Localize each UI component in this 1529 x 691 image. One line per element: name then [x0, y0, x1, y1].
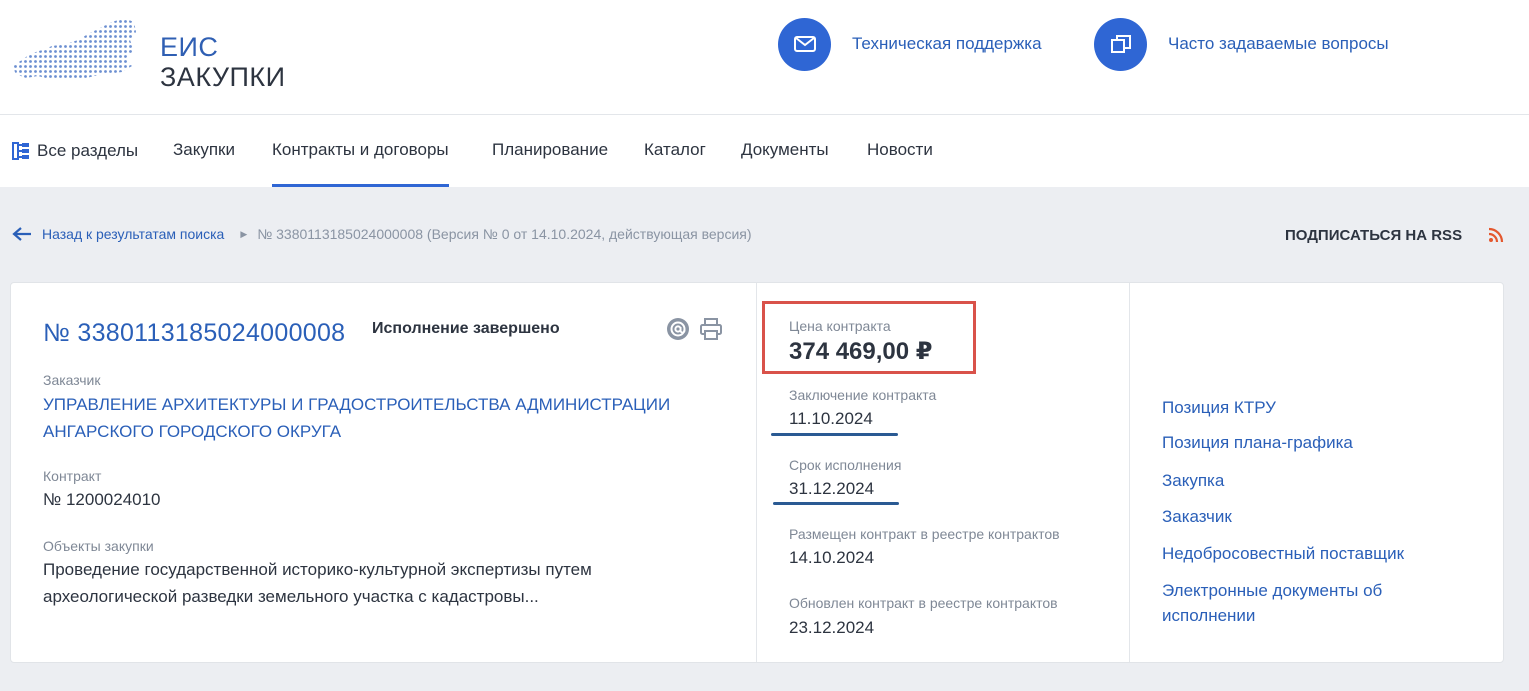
price-value: 374 469,00 ₽: [789, 338, 933, 365]
arrow-left-icon[interactable]: [12, 226, 32, 242]
link-customer[interactable]: Заказчик: [1162, 504, 1232, 529]
back-to-results-link[interactable]: Назад к результатам поиска: [42, 226, 224, 242]
contract-number-link[interactable]: № 3380113185024000008: [43, 319, 345, 348]
support-label[interactable]: Техническая поддержка: [852, 34, 1042, 54]
contract-value: № 1200024010: [43, 490, 161, 509]
nav-item-contracts[interactable]: Контракты и договоры: [272, 115, 449, 187]
column-divider: [756, 283, 757, 662]
logo[interactable]: ЕИС ЗАКУПКИ: [8, 14, 298, 92]
link-electronic-documents-line2[interactable]: исполнении: [1162, 603, 1255, 628]
main-nav: Все разделы Закупки Контракты и договоры…: [0, 115, 1529, 187]
support-circle[interactable]: [778, 17, 831, 71]
nav-item-catalog[interactable]: Каталог: [644, 115, 706, 187]
placed-value: 14.10.2024: [789, 548, 875, 567]
contract-card: № 3380113185024000008 Исполнение заверше…: [10, 282, 1504, 663]
russia-map-logo-icon: [12, 18, 136, 80]
printer-icon[interactable]: [699, 317, 723, 341]
breadcrumb: Назад к результатам поиска ▶ № 338011318…: [12, 220, 752, 248]
customer-line1: УПРАВЛЕНИЕ АРХИТЕКТУРЫ И ГРАДОСТРОИТЕЛЬС…: [43, 395, 671, 414]
term-underline: [773, 502, 899, 505]
customer-label: Заказчик: [43, 372, 101, 388]
term-value: 31.12.2024: [789, 479, 875, 498]
conclusion-underline: [771, 433, 898, 436]
term-label: Срок исполнения: [789, 457, 902, 473]
breadcrumb-current: № 3380113185024000008 (Версия № 0 от 14.…: [257, 226, 752, 242]
objects-label: Объекты закупки: [43, 538, 154, 554]
link-purchase[interactable]: Закупка: [1162, 468, 1224, 493]
conclusion-label: Заключение контракта: [789, 387, 937, 403]
support-link[interactable]: Техническая поддержка: [778, 17, 1042, 71]
objects-line1: Проведение государственной историко-куль…: [43, 560, 592, 579]
nav-item-purchases[interactable]: Закупки: [173, 115, 235, 187]
site-header: ЕИС ЗАКУПКИ Техническая поддержка Часто …: [0, 0, 1529, 115]
contract-label: Контракт: [43, 468, 102, 484]
nav-item-documents[interactable]: Документы: [741, 115, 829, 187]
logo-line2: ЗАКУПКИ: [160, 62, 286, 92]
caret-right-icon: ▶: [240, 228, 248, 239]
rss-label: ПОДПИСАТЬСЯ НА RSS: [1285, 226, 1463, 244]
column-divider: [1129, 283, 1130, 662]
mail-icon: [793, 36, 816, 52]
nav-item-news[interactable]: Новости: [867, 115, 933, 187]
nav-item-planning[interactable]: Планирование: [492, 115, 608, 187]
link-unfair-supplier[interactable]: Недобросовестный поставщик: [1162, 541, 1404, 566]
customer-line2: АНГАРСКОГО ГОРОДСКОГО ОКРУГА: [43, 422, 342, 441]
nav-item-all-sections[interactable]: Все разделы: [12, 115, 138, 187]
logo-text: ЕИС ЗАКУПКИ: [160, 32, 286, 92]
logo-line1: ЕИС: [160, 32, 219, 62]
faq-circle[interactable]: [1094, 17, 1147, 71]
rss-icon: [1488, 227, 1504, 243]
updated-label: Обновлен контракт в реестре контрактов: [789, 595, 1058, 611]
link-electronic-documents-line1[interactable]: Электронные документы об: [1162, 578, 1382, 603]
conclusion-value: 11.10.2024: [789, 409, 873, 428]
customer-link[interactable]: УПРАВЛЕНИЕ АРХИТЕКТУРЫ И ГРАДОСТРОИТЕЛЬС…: [43, 391, 670, 445]
faq-label[interactable]: Часто задаваемые вопросы: [1168, 34, 1389, 54]
placed-label: Размещен контракт в реестре контрактов: [789, 526, 1060, 542]
link-ktru-position[interactable]: Позиция КТРУ: [1162, 395, 1276, 420]
price-label: Цена контракта: [789, 318, 891, 334]
objects-line2: археологической разведки земельного учас…: [43, 587, 539, 606]
sitemap-icon: [12, 142, 29, 160]
status-badge: Исполнение завершено: [372, 320, 560, 337]
faq-link[interactable]: Часто задаваемые вопросы: [1094, 17, 1389, 71]
nav-item-label: Все разделы: [37, 141, 139, 160]
updated-value: 23.12.2024: [789, 618, 875, 637]
link-plan-schedule-position[interactable]: Позиция плана-графика: [1162, 430, 1353, 455]
email-at-icon[interactable]: [666, 317, 690, 341]
rss-subscribe-link[interactable]: ПОДПИСАТЬСЯ НА RSS: [1285, 222, 1504, 248]
copy-windows-icon: [1110, 35, 1131, 53]
objects-value: Проведение государственной историко-куль…: [43, 556, 592, 610]
